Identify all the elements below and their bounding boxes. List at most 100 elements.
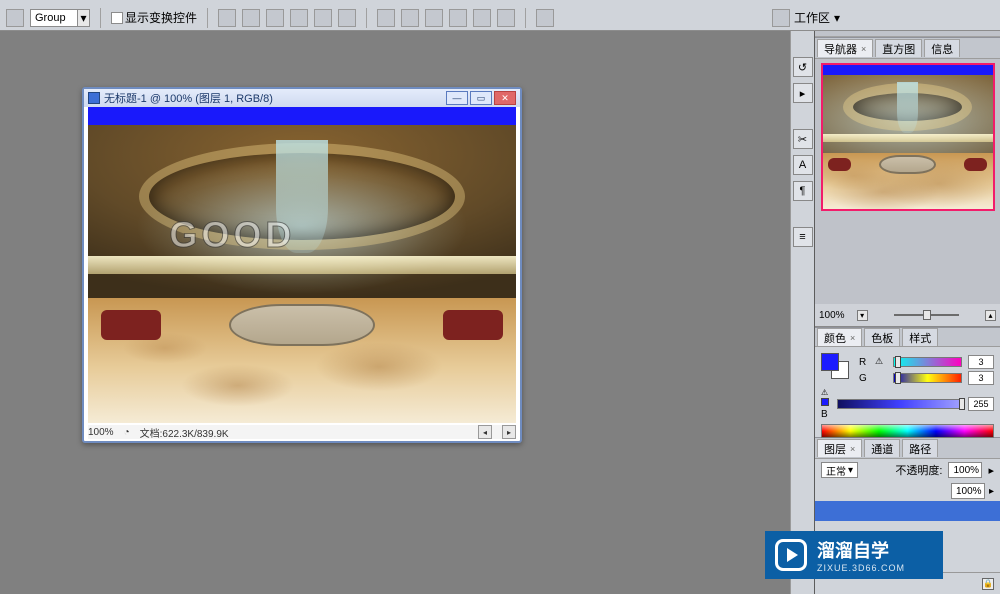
tab-label: 信息 xyxy=(931,41,953,57)
opacity-value: 100% xyxy=(953,465,979,476)
close-icon[interactable]: × xyxy=(850,444,855,454)
r-slider[interactable] xyxy=(893,357,962,367)
align-top-icon[interactable] xyxy=(290,9,308,27)
opacity-input[interactable]: 100% xyxy=(948,462,982,478)
selected-layer-row[interactable] xyxy=(815,501,1000,521)
tab-channels[interactable]: 通道 xyxy=(864,439,900,457)
navigator-zoom-readout[interactable]: 100% xyxy=(819,310,845,321)
color-body: R ⚠ 3 G 3 ⚠ B 255 xyxy=(815,347,1000,440)
scroll-right-icon[interactable]: ▸ xyxy=(502,425,516,439)
navigator-panel: 导航器 × 直方图 信息 xyxy=(815,37,1000,327)
tab-paths[interactable]: 路径 xyxy=(902,439,938,457)
cube-icon xyxy=(821,398,829,406)
align-mid-icon[interactable] xyxy=(314,9,332,27)
tab-swatches[interactable]: 色板 xyxy=(864,328,900,346)
fg-bg-swatches[interactable] xyxy=(821,353,849,379)
dist-vcenter-icon[interactable] xyxy=(473,9,491,27)
tab-label: 通道 xyxy=(871,441,893,457)
chevron-right-icon[interactable]: ▸ xyxy=(988,464,994,477)
actions-icon[interactable]: ▸ xyxy=(793,83,813,103)
b-value[interactable]: 255 xyxy=(968,397,994,411)
opacity-label: 不透明度: xyxy=(895,462,942,478)
align-left-icon[interactable] xyxy=(218,9,236,27)
blend-mode-select[interactable]: 正常 ▾ xyxy=(821,462,858,478)
fill-input[interactable]: 100% xyxy=(951,483,985,499)
show-transform-checkbox[interactable]: 显示变换控件 xyxy=(111,9,197,26)
zoom-slider[interactable] xyxy=(880,309,973,321)
zoom-out-icon[interactable]: ▾ xyxy=(857,310,868,321)
dist-right-icon[interactable] xyxy=(425,9,443,27)
layer-lock-row: 100% ▸ xyxy=(815,481,1000,501)
tab-label: 路径 xyxy=(909,441,931,457)
tab-histogram[interactable]: 直方图 xyxy=(875,39,922,57)
document-statusbar: 100% ◔ 文档:622.3K/839.9K ◂ ▸ xyxy=(88,425,516,439)
r-value[interactable]: 3 xyxy=(968,355,994,369)
close-button[interactable]: ✕ xyxy=(494,91,516,105)
slider-handle[interactable] xyxy=(923,310,931,320)
file-info: 文档:622.3K/839.9K xyxy=(140,425,229,440)
auto-align-icon[interactable] xyxy=(536,9,554,27)
info-icon[interactable]: ◔ xyxy=(124,427,130,438)
dist-hcenter-icon[interactable] xyxy=(401,9,419,27)
document-title: 无标题-1 @ 100% (图层 1, RGB/8) xyxy=(104,90,273,106)
tool-preset-icon[interactable] xyxy=(6,9,24,27)
autoselect-dropdown[interactable]: Group xyxy=(30,9,78,27)
warn-icon: ⚠ xyxy=(875,356,887,368)
watermark-brand: 溜溜自学 xyxy=(817,541,889,561)
zoom-in-icon[interactable]: ▴ xyxy=(985,310,996,321)
chevron-down-icon[interactable]: ▾ xyxy=(834,11,840,25)
tab-navigator[interactable]: 导航器 × xyxy=(817,39,873,57)
options-bar: Group ▾ 显示变换控件 工作区 ▾ xyxy=(0,5,1000,31)
spectrum-ramp[interactable] xyxy=(821,424,994,438)
tab-info[interactable]: 信息 xyxy=(924,39,960,57)
scroll-left-icon[interactable]: ◂ xyxy=(478,425,492,439)
tab-color[interactable]: 颜色 × xyxy=(817,328,862,346)
chevron-down-icon: ▾ xyxy=(848,465,853,476)
history-icon[interactable]: ↺ xyxy=(793,57,813,77)
tab-label: 色板 xyxy=(871,330,893,346)
align-bot-icon[interactable] xyxy=(338,9,356,27)
minimize-button[interactable]: — xyxy=(446,91,468,105)
align-center-icon[interactable] xyxy=(242,9,260,27)
close-icon[interactable]: × xyxy=(861,44,866,54)
zoom-readout[interactable]: 100% xyxy=(88,427,114,438)
tool-presets-icon[interactable]: ✂ xyxy=(793,129,813,149)
g-slider[interactable] xyxy=(893,373,962,383)
chevron-right-icon[interactable]: ▸ xyxy=(989,486,994,497)
collapsed-panel-rail: ↺ ▸ ✂ A ¶ ≡ xyxy=(790,31,814,594)
image-content[interactable]: GOOD xyxy=(88,125,516,423)
tab-layers[interactable]: 图层 × xyxy=(817,439,862,457)
navigator-thumbnail[interactable] xyxy=(821,63,995,211)
brush-icon[interactable]: ≡ xyxy=(793,227,813,247)
tab-label: 图层 xyxy=(824,441,846,457)
workspace-label: 工作区 xyxy=(794,9,830,26)
lock-icon[interactable]: 🔒 xyxy=(982,578,994,590)
dist-top-icon[interactable] xyxy=(449,9,467,27)
close-icon[interactable]: × xyxy=(850,333,855,343)
b-label: ⚠ B xyxy=(821,387,831,420)
layer-controls: 正常 ▾ 不透明度: 100% ▸ xyxy=(815,459,1000,481)
dist-left-icon[interactable] xyxy=(377,9,395,27)
foreground-swatch[interactable] xyxy=(821,353,839,371)
b-slider[interactable] xyxy=(837,399,962,409)
tab-styles[interactable]: 样式 xyxy=(902,328,938,346)
g-value[interactable]: 3 xyxy=(968,371,994,385)
panels-rail: 导航器 × 直方图 信息 xyxy=(814,31,1000,594)
tab-label: 直方图 xyxy=(882,41,915,57)
dist-bot-icon[interactable] xyxy=(497,9,515,27)
document-window[interactable]: 无标题-1 @ 100% (图层 1, RGB/8) — ▭ ✕ xyxy=(82,87,522,443)
paragraph-icon[interactable]: ¶ xyxy=(793,181,813,201)
show-transform-label: 显示变换控件 xyxy=(125,9,197,26)
character-icon[interactable]: A xyxy=(793,155,813,175)
align-right-icon[interactable] xyxy=(266,9,284,27)
chevron-down-icon[interactable]: ▾ xyxy=(78,9,90,27)
fill-value: 100% xyxy=(956,486,982,497)
navigator-tabs: 导航器 × 直方图 信息 xyxy=(815,37,1000,59)
blend-mode-value: 正常 xyxy=(826,463,846,478)
document-titlebar[interactable]: 无标题-1 @ 100% (图层 1, RGB/8) — ▭ ✕ xyxy=(84,89,520,107)
separator xyxy=(207,8,208,28)
maximize-button[interactable]: ▭ xyxy=(470,91,492,105)
workspace-icon[interactable] xyxy=(772,9,790,27)
window-icon xyxy=(88,92,100,104)
canvas-area: 无标题-1 @ 100% (图层 1, RGB/8) — ▭ ✕ xyxy=(0,31,790,594)
